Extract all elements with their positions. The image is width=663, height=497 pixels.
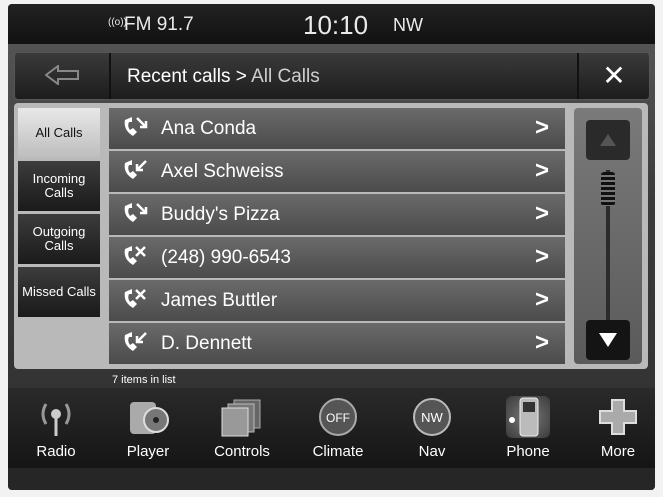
contact-name: Buddy's Pizza <box>161 204 280 225</box>
climate-icon: OFF <box>319 398 357 436</box>
call-row[interactable]: (248) 990-6543 > <box>109 237 565 278</box>
nav-label: Player <box>126 443 170 460</box>
nav-label: Nav <box>418 443 446 460</box>
tab-outgoing-calls[interactable]: Outgoing Calls <box>18 214 100 264</box>
tab-label: All Calls <box>35 125 83 140</box>
radio-icon <box>41 403 71 436</box>
scroll-up-button[interactable] <box>586 120 630 160</box>
contact-name: Axel Schweiss <box>161 161 284 182</box>
tab-all-calls[interactable]: All Calls <box>18 108 100 158</box>
nav-label: Climate <box>312 443 364 460</box>
chevron-right-icon: > <box>534 243 549 270</box>
nav-climate[interactable]: OFF Climate <box>298 388 378 468</box>
close-button[interactable]: ✕ <box>577 53 649 99</box>
list-scrollbar[interactable] <box>574 108 642 364</box>
scroll-thumb[interactable] <box>601 172 615 206</box>
breadcrumb-current: All Calls <box>251 66 320 87</box>
incoming-call-icon <box>124 160 147 179</box>
breadcrumb: Recent calls > All Calls <box>127 66 320 88</box>
scroll-down-button[interactable] <box>586 320 630 360</box>
outgoing-call-icon <box>124 203 148 222</box>
list-item-count: 7 items in list <box>112 374 176 386</box>
chevron-right-icon: > <box>534 114 549 141</box>
close-icon: ✕ <box>602 60 626 91</box>
radio-station: FM 91.7 <box>124 14 194 35</box>
nav-controls[interactable]: Controls <box>202 388 282 468</box>
back-button[interactable] <box>15 53 111 99</box>
nav-label: More <box>600 443 636 460</box>
outgoing-call-icon <box>124 117 148 136</box>
nav-label: Radio <box>36 443 76 460</box>
call-filter-tabs: All Calls Incoming Calls Outgoing Calls … <box>18 108 100 320</box>
call-row[interactable]: James Buttler > <box>109 280 565 321</box>
bottom-nav-bar: Radio Player Controls OFF Climate NW Nav… <box>8 388 655 468</box>
nav-more[interactable]: More <box>578 388 655 468</box>
back-arrow-icon <box>45 65 79 85</box>
nav-label: Controls <box>214 443 270 460</box>
missed-call-icon <box>124 246 146 265</box>
chevron-right-icon: > <box>534 157 549 184</box>
tab-label: Outgoing Calls <box>32 224 86 253</box>
call-row[interactable]: Axel Schweiss > <box>109 151 565 192</box>
triangle-up-icon <box>600 134 616 146</box>
contact-name: James Buttler <box>161 290 278 311</box>
tab-missed-calls[interactable]: Missed Calls <box>18 267 100 317</box>
tab-incoming-calls[interactable]: Incoming Calls <box>18 161 100 211</box>
call-row[interactable]: Buddy's Pizza > <box>109 194 565 235</box>
call-row[interactable]: D. Dennett > <box>109 323 565 364</box>
nav-phone[interactable]: Phone <box>488 388 568 468</box>
status-bar: ((o)) FM 91.7 10:10 NW <box>8 4 655 44</box>
chevron-right-icon: > <box>534 286 549 313</box>
breadcrumb-separator: > <box>230 66 252 87</box>
page-header: Recent calls > All Calls ✕ <box>14 52 650 100</box>
call-list: Ana Conda > Axel Schweiss > Buddy's Pizz… <box>109 108 565 366</box>
climate-icon-text: OFF <box>326 411 350 425</box>
controls-icon <box>221 399 261 437</box>
nav-radio[interactable]: Radio <box>16 388 96 468</box>
clock: 10:10 <box>303 10 369 40</box>
missed-call-icon <box>124 289 146 308</box>
call-row[interactable]: Ana Conda > <box>109 108 565 149</box>
contact-name: D. Dennett <box>161 333 252 354</box>
head-unit-screen: ((o)) FM 91.7 10:10 NW Recent calls > Al… <box>8 4 655 490</box>
nav-player[interactable]: Player <box>108 388 188 468</box>
contact-name: (248) 990-6543 <box>161 247 291 268</box>
tab-label: Missed Calls <box>22 284 96 299</box>
chevron-right-icon: > <box>534 200 549 227</box>
phone-icon <box>506 396 550 438</box>
triangle-down-icon <box>599 333 617 347</box>
tab-label: Incoming Calls <box>32 171 86 200</box>
contact-name: Ana Conda <box>161 118 257 139</box>
breadcrumb-main: Recent calls <box>127 66 231 87</box>
nav-icon-text: NW <box>421 410 443 425</box>
nav-icon: NW <box>413 398 451 436</box>
chevron-right-icon: > <box>534 329 549 356</box>
recent-calls-panel: All Calls Incoming Calls Outgoing Calls … <box>14 103 648 369</box>
player-icon <box>130 402 169 434</box>
nav-nav[interactable]: NW Nav <box>392 388 472 468</box>
more-icon <box>599 399 637 435</box>
incoming-call-icon <box>124 332 147 351</box>
nav-label: Phone <box>506 443 550 460</box>
bottom-strip <box>8 468 655 490</box>
compass-heading: NW <box>393 15 423 35</box>
